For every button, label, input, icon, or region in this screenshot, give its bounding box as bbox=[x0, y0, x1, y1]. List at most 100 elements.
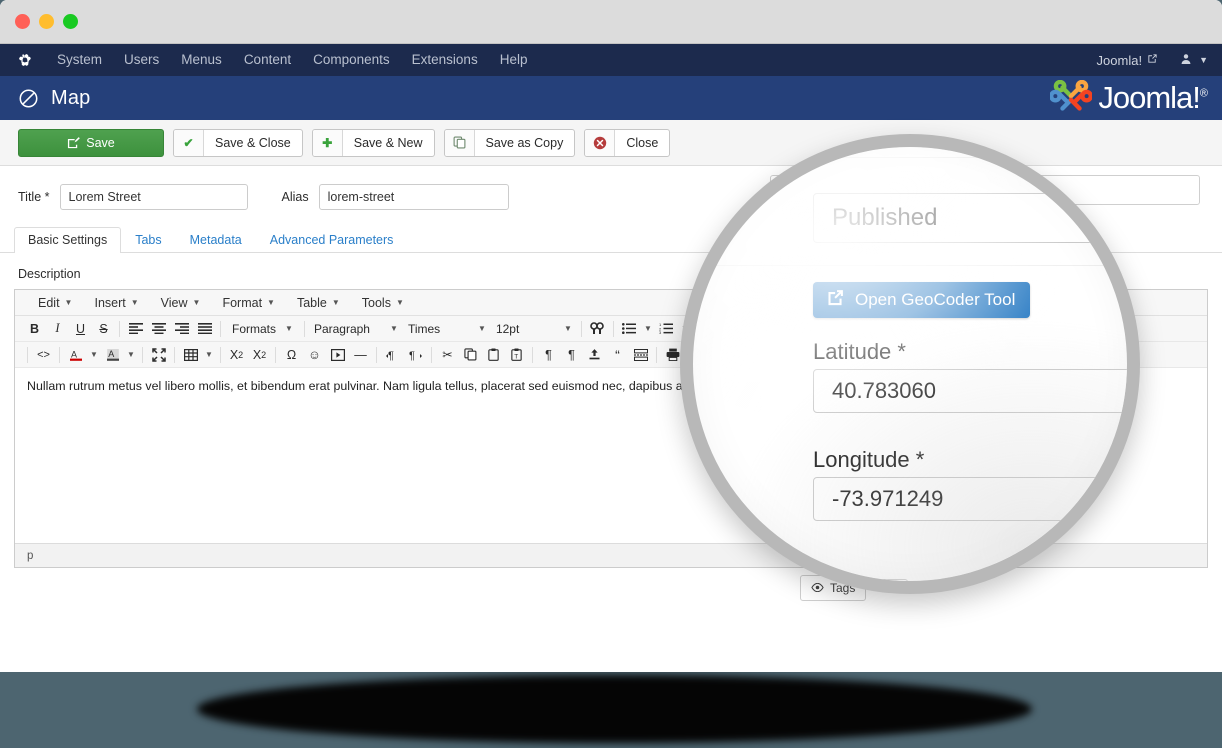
menu-item-components[interactable]: Components bbox=[302, 44, 401, 76]
paragraph-style-select[interactable]: Paragraph ▼ bbox=[309, 319, 403, 339]
menu-item-menus[interactable]: Menus bbox=[170, 44, 233, 76]
toolbar-divider bbox=[59, 346, 60, 363]
background-color-icon[interactable]: A bbox=[101, 344, 124, 366]
font-size-select[interactable]: 12pt ▼ bbox=[491, 319, 577, 339]
visual-chars-icon[interactable]: ¶ bbox=[560, 344, 583, 366]
insert-file-icon[interactable] bbox=[583, 344, 606, 366]
subscript-icon[interactable]: X2 bbox=[225, 344, 248, 366]
browser-window: System Users Menus Content Components Ex… bbox=[0, 0, 1222, 672]
text-color-icon[interactable]: A bbox=[64, 344, 87, 366]
ltr-icon[interactable]: ¶ bbox=[381, 344, 404, 366]
fullscreen-icon[interactable] bbox=[147, 344, 170, 366]
rtl-icon[interactable]: ¶ bbox=[404, 344, 427, 366]
horizontal-rule-icon[interactable]: — bbox=[349, 344, 372, 366]
toolbar-divider bbox=[220, 320, 221, 337]
paste-icon[interactable] bbox=[482, 344, 505, 366]
magnified-status-select[interactable]: Published bbox=[813, 193, 1123, 243]
editor-menu-tools[interactable]: Tools ▼ bbox=[351, 296, 415, 310]
save-button[interactable]: Save bbox=[18, 128, 164, 157]
menu-item-content[interactable]: Content bbox=[233, 44, 302, 76]
table-icon[interactable] bbox=[179, 344, 202, 366]
toolbar-divider bbox=[532, 346, 533, 363]
menu-item-help[interactable]: Help bbox=[489, 44, 539, 76]
site-link-label[interactable]: Joomla! bbox=[1097, 53, 1143, 68]
cut-icon[interactable]: ✂ bbox=[436, 344, 459, 366]
special-character-icon[interactable]: Ω bbox=[280, 344, 303, 366]
editor-menu-edit[interactable]: Edit ▼ bbox=[27, 296, 83, 310]
save-and-new-button[interactable]: ✚ Save & New bbox=[311, 128, 435, 157]
underline-icon[interactable]: U bbox=[69, 318, 92, 340]
plus-icon: ✚ bbox=[312, 129, 343, 156]
tab-metadata[interactable]: Metadata bbox=[176, 227, 256, 253]
pencil-square-icon bbox=[67, 130, 81, 156]
page-break-icon[interactable] bbox=[629, 344, 652, 366]
align-left-icon[interactable] bbox=[124, 318, 147, 340]
emoticon-icon[interactable]: ☺ bbox=[303, 344, 326, 366]
editor-menu-insert[interactable]: Insert ▼ bbox=[83, 296, 149, 310]
joomla-brand-icon[interactable] bbox=[18, 53, 32, 67]
italic-icon[interactable]: I bbox=[46, 318, 69, 340]
latitude-input[interactable]: 40.783060 bbox=[813, 369, 1127, 413]
toolbar-divider bbox=[174, 346, 175, 363]
media-icon[interactable] bbox=[326, 344, 349, 366]
magnified-status-value: Published bbox=[832, 204, 938, 231]
source-code-icon[interactable]: <> bbox=[32, 344, 55, 366]
title-input[interactable]: Lorem Street bbox=[59, 184, 248, 210]
tab-basic-settings[interactable]: Basic Settings bbox=[14, 227, 122, 253]
joomla-logo: Joomla!® bbox=[1050, 80, 1208, 116]
chevron-down-icon: ▼ bbox=[285, 324, 293, 333]
bullet-list-icon[interactable] bbox=[618, 318, 641, 340]
save-and-close-button[interactable]: ✔ Save & Close bbox=[173, 128, 303, 157]
editor-menu-view[interactable]: View ▼ bbox=[150, 296, 212, 310]
align-center-icon[interactable] bbox=[147, 318, 170, 340]
chevron-down-icon: ▼ bbox=[390, 324, 398, 333]
menu-item-extensions[interactable]: Extensions bbox=[401, 44, 489, 76]
copy-icon[interactable] bbox=[459, 344, 482, 366]
menu-item-users[interactable]: Users bbox=[113, 44, 170, 76]
toolbar-divider bbox=[220, 346, 221, 363]
blockquote-icon[interactable]: “ bbox=[606, 344, 629, 366]
window-close-button[interactable] bbox=[15, 14, 30, 29]
editor-menu-format[interactable]: Format ▼ bbox=[211, 296, 286, 310]
bold-icon[interactable]: B bbox=[23, 318, 46, 340]
save-as-copy-label: Save as Copy bbox=[485, 135, 564, 150]
text-color-chevron-icon[interactable]: ▼ bbox=[87, 344, 101, 366]
chevron-down-icon: ▼ bbox=[478, 324, 486, 333]
align-right-icon[interactable] bbox=[170, 318, 193, 340]
tab-tabs[interactable]: Tabs bbox=[121, 227, 175, 253]
alias-input[interactable]: lorem-street bbox=[318, 184, 509, 210]
chevron-down-icon[interactable]: ▼ bbox=[1199, 55, 1208, 65]
save-button-label: Save bbox=[86, 135, 115, 150]
search-replace-icon[interactable] bbox=[586, 318, 609, 340]
window-minimize-button[interactable] bbox=[39, 14, 54, 29]
tab-advanced-parameters[interactable]: Advanced Parameters bbox=[256, 227, 408, 253]
numbered-list-icon[interactable]: 123 bbox=[655, 318, 678, 340]
menu-item-system[interactable]: System bbox=[46, 44, 113, 76]
paste-as-text-icon[interactable]: T bbox=[505, 344, 528, 366]
strikethrough-icon[interactable]: S bbox=[92, 318, 115, 340]
table-chevron-icon[interactable]: ▼ bbox=[202, 344, 216, 366]
toolbar-divider bbox=[612, 320, 614, 337]
eye-icon bbox=[733, 588, 750, 595]
editor-menu-table[interactable]: Table ▼ bbox=[286, 296, 351, 310]
editor-menu-tools-label: Tools bbox=[361, 295, 391, 310]
editor-menu-edit-label: Edit bbox=[38, 295, 60, 310]
page-subheader: Map Joomla!® bbox=[0, 76, 1222, 120]
external-link-icon bbox=[826, 288, 845, 312]
formats-dropdown[interactable]: Formats ▼ bbox=[225, 318, 300, 340]
save-as-copy-button[interactable]: Save as Copy bbox=[443, 128, 576, 157]
magnified-latitude-label: Latitude * bbox=[813, 339, 906, 364]
background-color-chevron-icon[interactable]: ▼ bbox=[124, 344, 138, 366]
close-button[interactable]: Close bbox=[584, 128, 671, 157]
show-blocks-icon[interactable]: ¶ bbox=[537, 344, 560, 366]
open-geocoder-tool-button[interactable]: Open GeoCoder Tool bbox=[813, 282, 1031, 318]
align-justify-icon[interactable] bbox=[193, 318, 216, 340]
font-family-select[interactable]: Times ▼ bbox=[403, 319, 491, 339]
bullet-list-chevron-icon[interactable]: ▼ bbox=[641, 318, 655, 340]
user-icon[interactable] bbox=[1180, 53, 1192, 68]
external-link-icon[interactable] bbox=[1147, 53, 1158, 67]
superscript-icon[interactable]: X2 bbox=[248, 344, 271, 366]
longitude-input[interactable]: -73.971249 bbox=[813, 477, 1127, 521]
window-maximize-button[interactable] bbox=[63, 14, 78, 29]
save-and-close-label: Save & Close bbox=[215, 135, 291, 150]
